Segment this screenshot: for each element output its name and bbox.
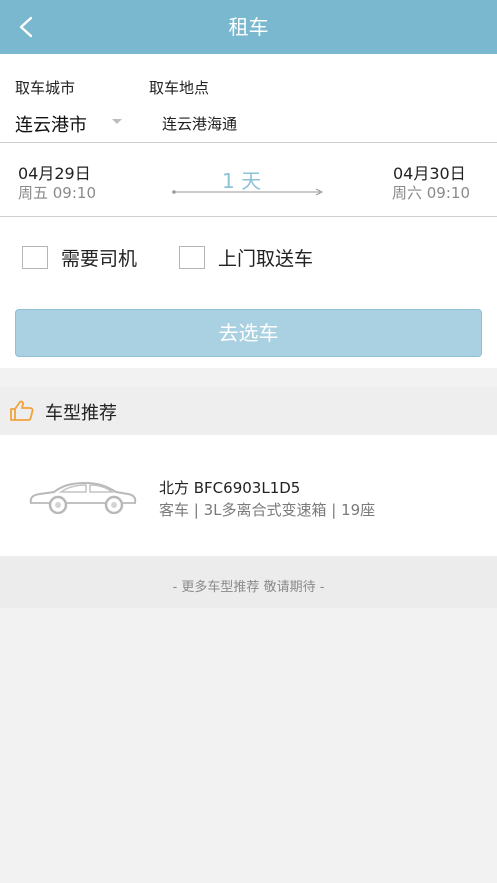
car-icon [29, 481, 137, 514]
checkbox-box[interactable] [22, 246, 48, 269]
recommend-header: 车型推荐 [0, 387, 497, 435]
pickup-city-label: 取车城市 [15, 79, 76, 97]
booking-form: 取车城市 取车地点 连云港市 连云港海通 04月29日 周五 09:10 1 天… [0, 54, 497, 368]
page-title: 租车 [228, 15, 269, 39]
car-name: 北方 BFC6903L1D5 [159, 479, 301, 497]
car-card[interactable]: 北方 BFC6903L1D5 客车 | 3L多离合式变速箱 | 19座 [0, 435, 497, 556]
city-selector[interactable]: 连云港市 [15, 111, 87, 137]
start-week-time[interactable]: 周五 09:10 [18, 182, 96, 203]
recommend-title: 车型推荐 [45, 403, 117, 424]
end-date[interactable]: 04月30日 [393, 160, 466, 184]
chevron-down-icon[interactable] [112, 119, 122, 124]
pickup-location-label: 取车地点 [149, 79, 210, 97]
start-date[interactable]: 04月29日 [18, 160, 91, 184]
checkbox-box[interactable] [179, 246, 205, 269]
thumbs-up-icon [10, 400, 34, 421]
choose-car-button[interactable]: 去选车 [15, 309, 482, 357]
car-spec: 客车 | 3L多离合式变速箱 | 19座 [159, 501, 376, 519]
need-driver-checkbox[interactable]: 需要司机 [22, 244, 137, 271]
end-week-time[interactable]: 周六 09:10 [392, 182, 470, 203]
door-delivery-label: 上门取送车 [218, 248, 314, 270]
need-driver-label: 需要司机 [61, 248, 138, 270]
location-selector[interactable]: 连云港海通 [162, 113, 237, 134]
more-band: - 更多车型推荐 敬请期待 - [0, 556, 497, 608]
duration-arrow [172, 188, 324, 196]
top-bar: 租车 [0, 0, 497, 54]
more-coming-text: - 更多车型推荐 敬请期待 - [172, 580, 325, 595]
door-delivery-checkbox[interactable]: 上门取送车 [179, 244, 313, 271]
divider [0, 142, 497, 143]
divider [0, 216, 497, 217]
